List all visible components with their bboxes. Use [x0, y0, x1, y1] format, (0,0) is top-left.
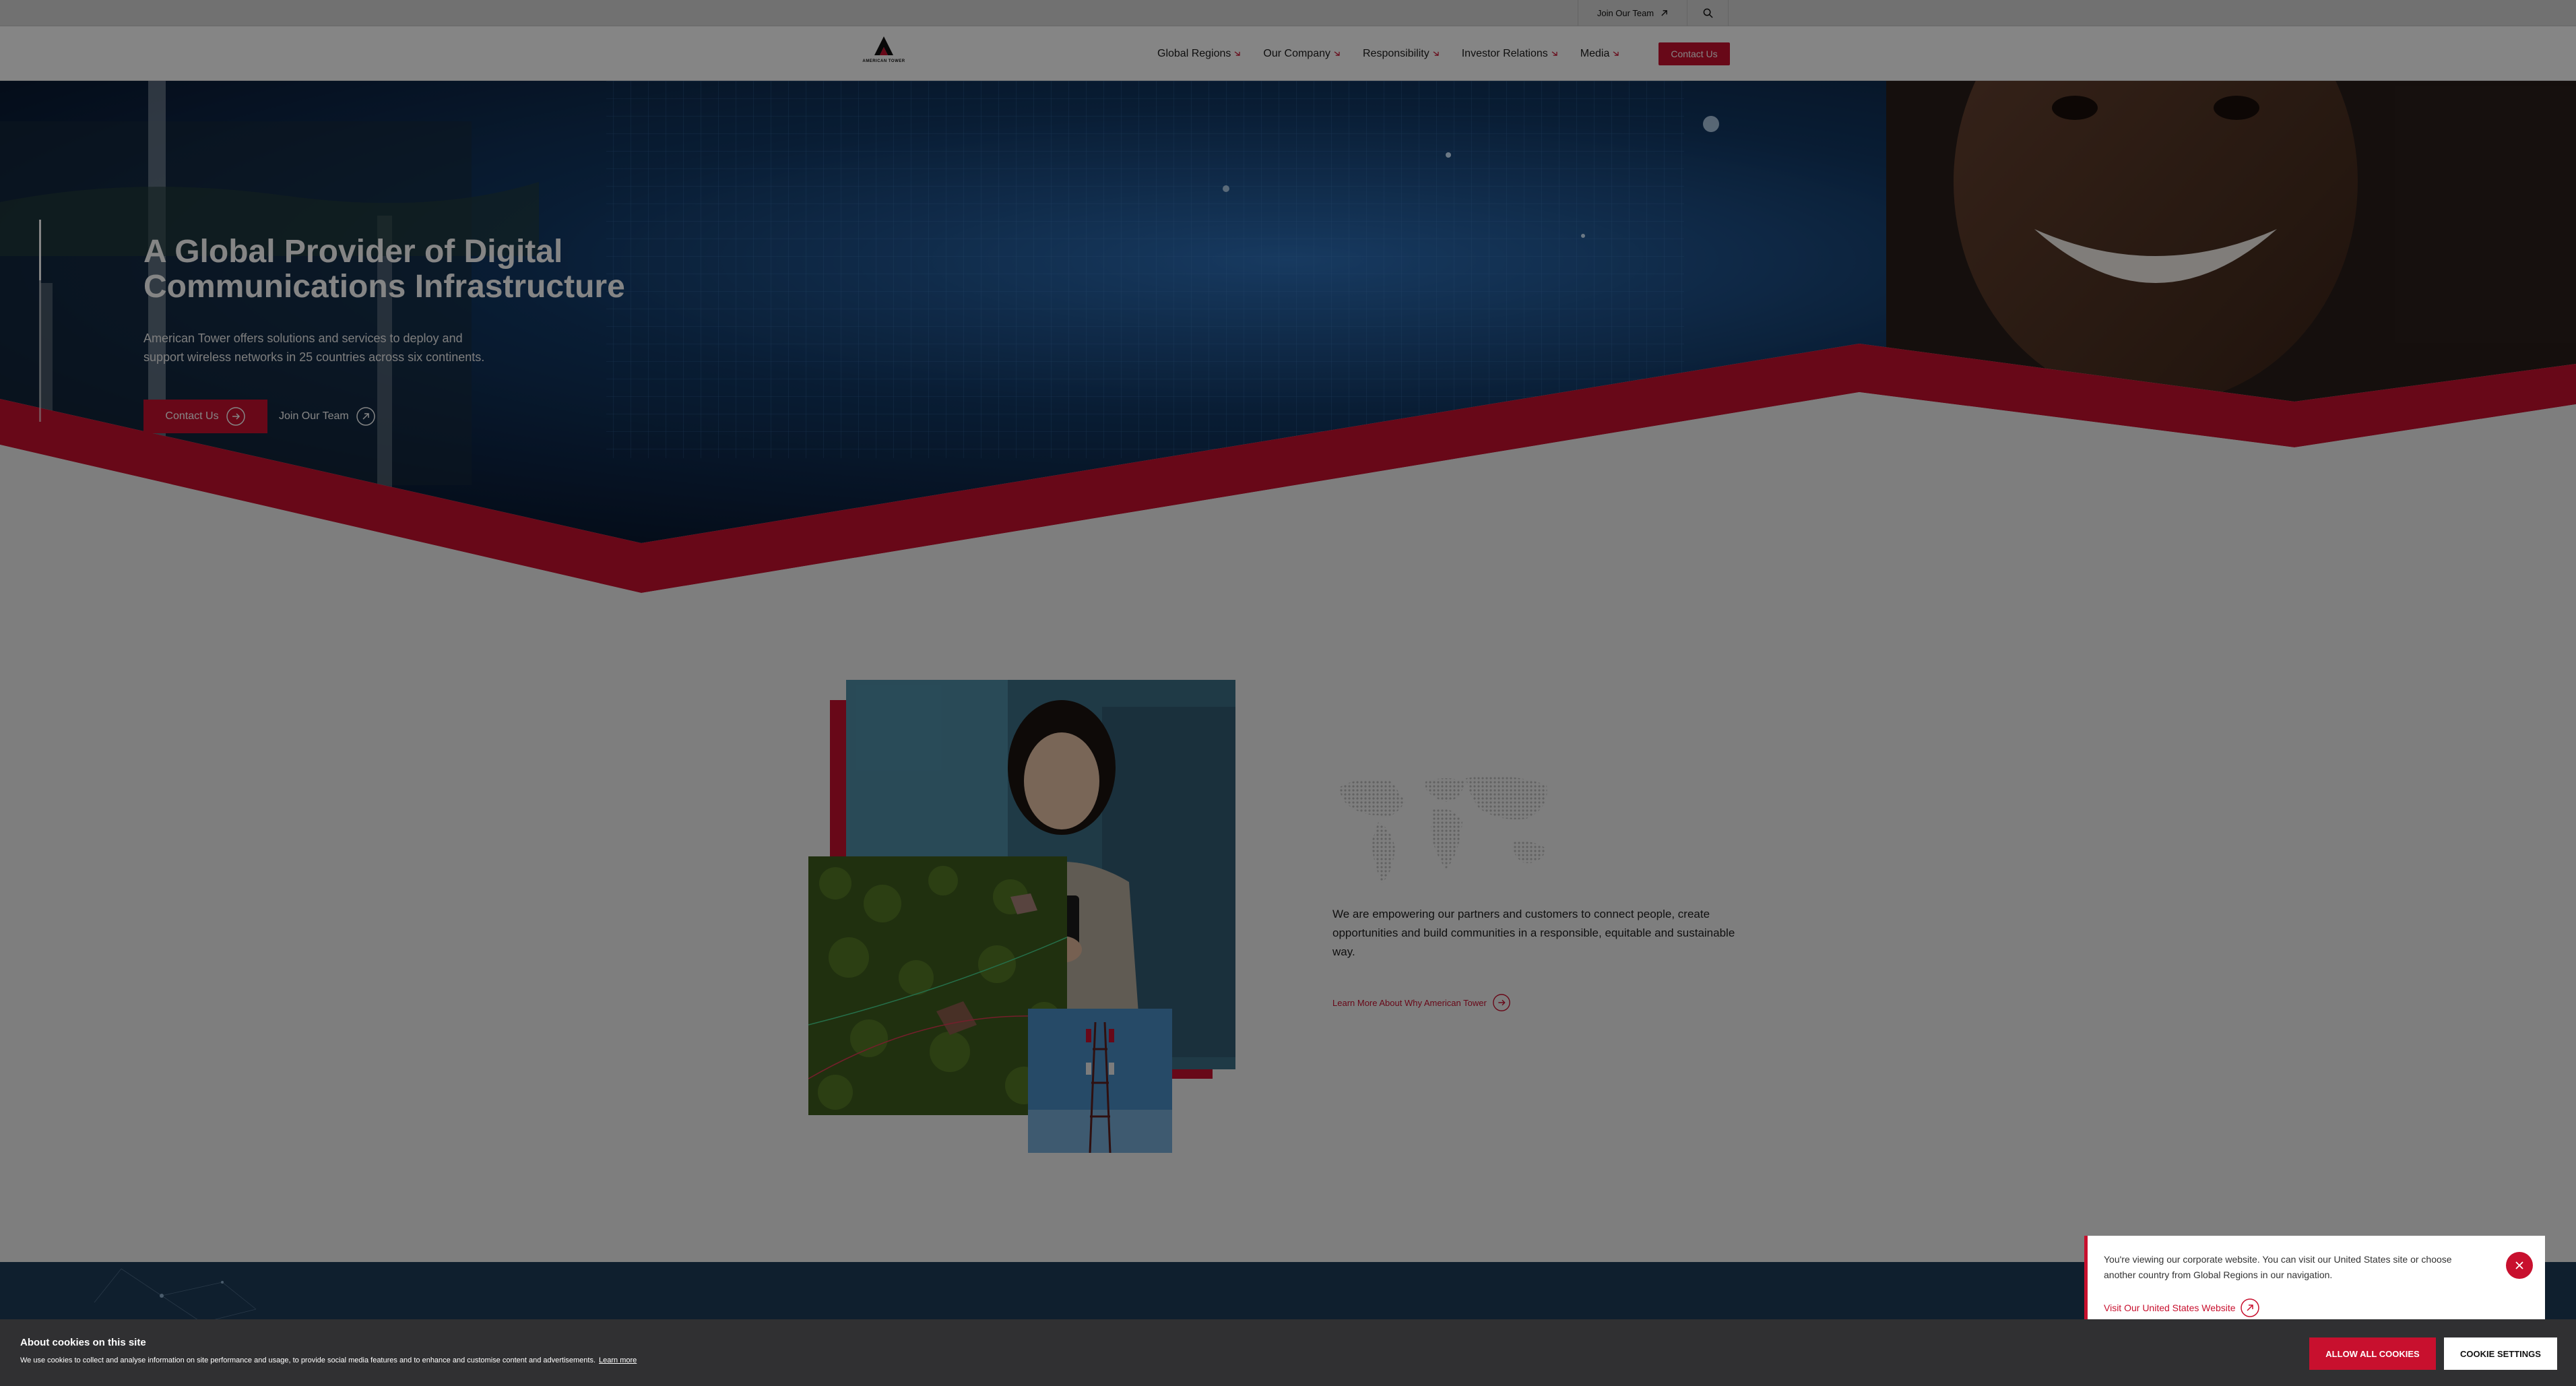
visit-us-website-label: Visit Our United States Website [2104, 1302, 2236, 1313]
close-icon [2515, 1261, 2523, 1269]
cookie-consent-bar: About cookies on this site We use cookie… [0, 1319, 2576, 1386]
cookie-description-row: We use cookies to collect and analyse in… [20, 1356, 637, 1364]
cookie-description: We use cookies to collect and analyse in… [20, 1356, 596, 1364]
cookie-settings-button[interactable]: COOKIE SETTINGS [2444, 1337, 2557, 1370]
region-notice-close-button[interactable] [2506, 1252, 2533, 1279]
modal-backdrop[interactable] [0, 0, 2576, 1386]
region-notice-text: You're viewing our corporate website. Yo… [2104, 1254, 2452, 1280]
allow-all-cookies-button[interactable]: ALLOW ALL COOKIES [2309, 1337, 2436, 1370]
visit-us-website-link[interactable]: Visit Our United States Website [2104, 1298, 2260, 1318]
cookie-title: About cookies on this site [20, 1337, 146, 1348]
external-arrow-circle-icon [2240, 1298, 2259, 1317]
region-notice-panel: You're viewing our corporate website. Yo… [2084, 1236, 2545, 1319]
cookie-learn-more-link[interactable]: Learn more [599, 1356, 637, 1364]
